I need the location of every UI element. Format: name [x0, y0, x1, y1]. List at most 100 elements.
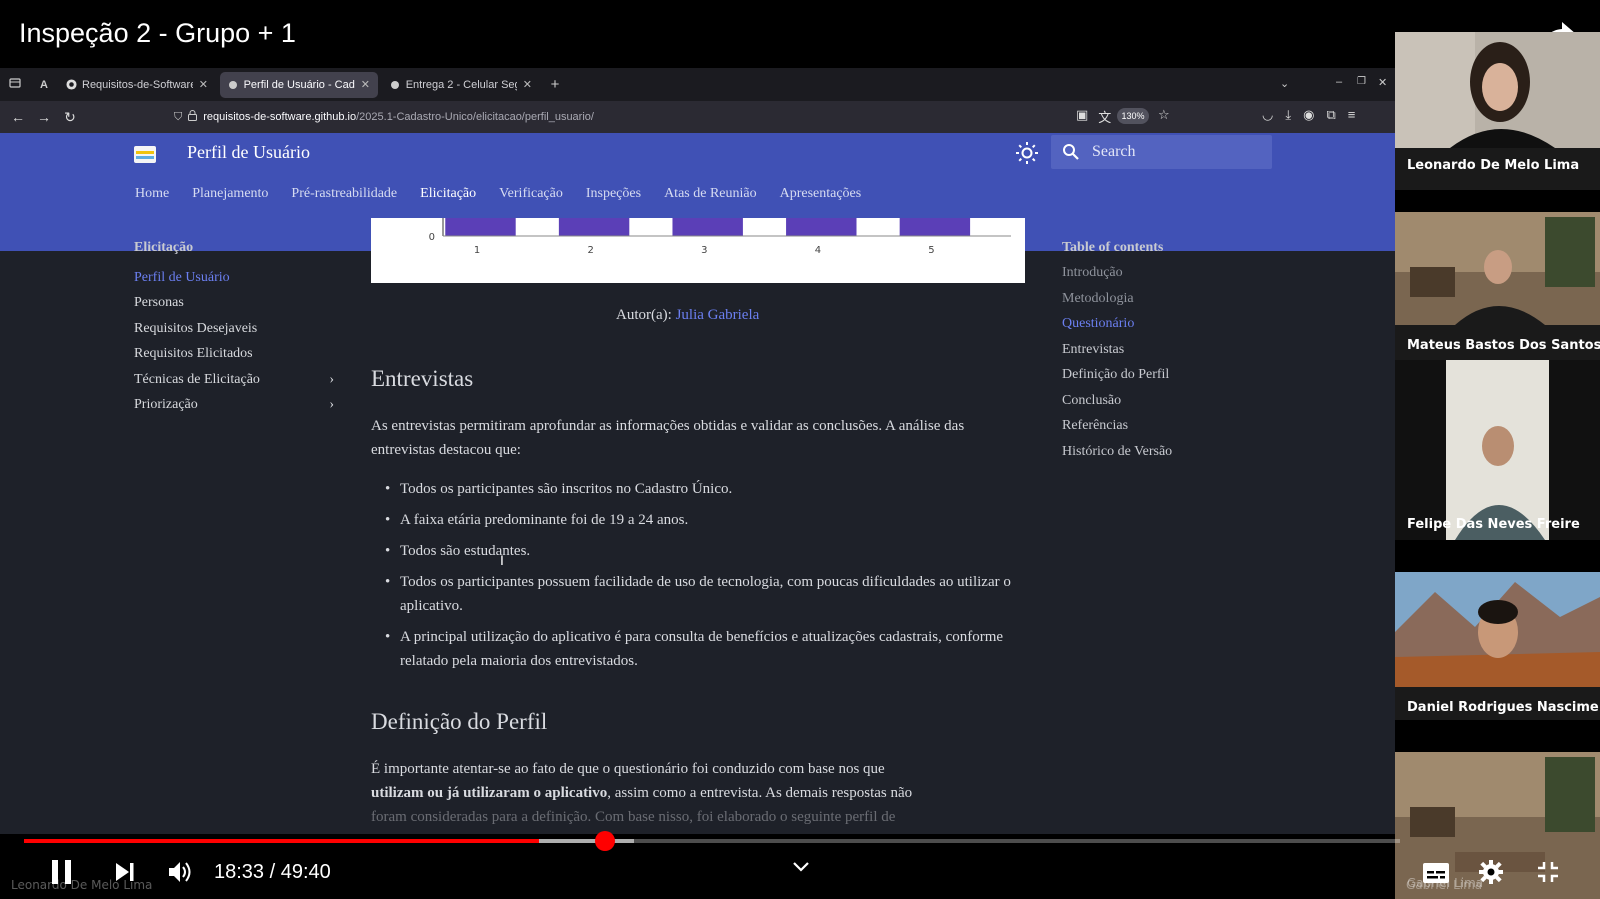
- sidebar-item-label: Requisitos Desejaveis: [134, 320, 258, 336]
- lock-icon: [188, 110, 198, 124]
- left-nav-heading: Elicitação: [134, 240, 194, 255]
- pause-icon[interactable]: [50, 858, 74, 891]
- toc-item-entrevistas[interactable]: Entrevistas: [1062, 342, 1172, 368]
- video-title: Inspeção 2 - Grupo + 1: [19, 18, 296, 48]
- close-icon[interactable]: ✕: [523, 78, 532, 91]
- shared-screen: A Requisitos-de-Software/2 ✕ Perfil de U…: [0, 68, 1395, 834]
- theme-toggle-icon[interactable]: [1015, 141, 1039, 165]
- page-icon: [390, 79, 401, 91]
- minimize-icon[interactable]: –: [1336, 76, 1342, 88]
- reader-view-icon[interactable]: ▣: [1076, 107, 1088, 126]
- new-tab-icon[interactable]: +: [544, 76, 566, 93]
- chevron-down-icon[interactable]: ⌄: [1280, 77, 1289, 90]
- list-item: A faixa etária predominante foi de 19 a …: [371, 508, 1011, 532]
- toc-item-metodologia[interactable]: Metodologia: [1062, 291, 1172, 317]
- reload-icon[interactable]: ↻: [57, 109, 83, 126]
- bookmark-star-icon[interactable]: ☆: [1158, 107, 1170, 123]
- sidebar-item-label: Técnicas de Elicitação: [134, 371, 260, 387]
- progress-thumb[interactable]: [595, 831, 615, 851]
- github-icon: [66, 79, 77, 91]
- sidebar-item-priorizacao[interactable]: Priorização ›: [134, 393, 334, 419]
- tab-inspecoes[interactable]: Inspeções: [586, 186, 641, 202]
- url-host: requisitos-de-software.github.io: [203, 111, 357, 123]
- participant-tile[interactable]: Mateus Bastos Dos Santos: [1395, 212, 1600, 360]
- section-intro: As entrevistas permitiram aprofundar as …: [371, 418, 965, 458]
- toc-item-referencias[interactable]: Referências: [1062, 418, 1172, 444]
- maximize-icon[interactable]: ❐: [1357, 76, 1366, 87]
- sidebar-item-perfil-de-usuario[interactable]: Perfil de Usuário: [134, 265, 334, 291]
- sidebar-item-tecnicas-de-elicitacao[interactable]: Técnicas de Elicitação ›: [134, 367, 334, 393]
- toc-item-definicao-do-perfil[interactable]: Definição do Perfil: [1062, 367, 1172, 393]
- back-arrow-icon[interactable]: ←: [5, 109, 31, 125]
- menu-icon[interactable]: ≡: [1348, 107, 1356, 123]
- sidebar-item-requisitos-desejaveis[interactable]: Requisitos Desejaveis: [134, 316, 334, 342]
- chevron-down-icon[interactable]: [792, 860, 810, 878]
- window-close-icon[interactable]: ✕: [1378, 76, 1387, 89]
- author-link[interactable]: Julia Gabriela: [676, 307, 760, 323]
- pinned-tab-icon[interactable]: A: [30, 79, 58, 91]
- zoom-badge[interactable]: 130%: [1117, 108, 1149, 124]
- next-icon[interactable]: [114, 861, 136, 888]
- site-search-input[interactable]: Search: [1051, 135, 1272, 169]
- extensions-icon[interactable]: ⧉: [1326, 107, 1335, 123]
- account-icon[interactable]: ◉: [1303, 107, 1314, 123]
- text-cursor-icon: I: [500, 552, 504, 568]
- tab-elicitacao[interactable]: Elicitação: [420, 186, 476, 202]
- exit-fullscreen-icon[interactable]: [1536, 860, 1560, 889]
- toc-item-historico-de-versao[interactable]: Histórico de Versão: [1062, 444, 1172, 470]
- url-path: /2025.1-Cadastro-Unico/elicitacao/perfil…: [356, 111, 594, 123]
- section-title-entrevistas: Entrevistas: [371, 366, 474, 391]
- toc-item-introducao[interactable]: Introdução: [1062, 265, 1172, 291]
- tab-list-icon[interactable]: [0, 77, 30, 92]
- tab-planejamento[interactable]: Planejamento: [192, 186, 268, 202]
- download-icon[interactable]: ⤓: [1285, 107, 1291, 123]
- browser-tab-3[interactable]: Entrega 2 - Celular Segur ✕: [382, 72, 540, 98]
- x-tick-label: 5: [928, 245, 934, 256]
- close-icon[interactable]: ✕: [199, 78, 208, 91]
- x-tick-label: 1: [474, 245, 480, 256]
- browser-tab-2[interactable]: Perfil de Usuário - Cadast ✕: [220, 71, 378, 98]
- toc-item-conclusao[interactable]: Conclusão: [1062, 393, 1172, 419]
- sidebar-item-label: Requisitos Elicitados: [134, 346, 253, 362]
- toc-heading: Table of contents: [1062, 240, 1164, 255]
- forward-arrow-icon[interactable]: →: [31, 109, 57, 125]
- sidebar-item-personas[interactable]: Personas: [134, 291, 334, 317]
- participant-video: [1395, 212, 1600, 325]
- address-field[interactable]: ⛉ requisitos-de-software.github.io/2025.…: [166, 105, 1186, 129]
- browser-tab-bar: A Requisitos-de-Software/2 ✕ Perfil de U…: [0, 68, 1395, 101]
- tab-apresentacoes[interactable]: Apresentações: [780, 186, 862, 202]
- toc-item-questionario[interactable]: Questionário: [1062, 316, 1172, 342]
- sidebar-item-requisitos-elicitados[interactable]: Requisitos Elicitados: [134, 342, 334, 368]
- browser-tab-1[interactable]: Requisitos-de-Software/2 ✕: [58, 72, 216, 98]
- x-tick-label: 3: [701, 245, 707, 256]
- volume-icon[interactable]: [167, 859, 193, 890]
- shield-icon: ⛉: [174, 110, 183, 123]
- close-icon[interactable]: ✕: [361, 78, 370, 91]
- browser-tab-label: Requisitos-de-Software/2: [82, 78, 193, 91]
- participant-tile[interactable]: Leonardo De Melo Lima: [1395, 32, 1600, 190]
- participant-tile[interactable]: Daniel Rodrigues Nascime...: [1395, 572, 1600, 720]
- settings-gear-icon[interactable]: [1478, 859, 1504, 890]
- tab-home[interactable]: Home: [135, 186, 169, 202]
- browser-url-bar: ← → ↻ ⛉ requisitos-de-software.github.io…: [0, 101, 1395, 133]
- tab-verificacao[interactable]: Verificação: [499, 186, 563, 202]
- sidebar-item-label: Personas: [134, 295, 184, 311]
- time-readout: 18:33 / 49:40: [214, 861, 331, 883]
- tab-pre-rastreabilidade[interactable]: Pré-rastreabilidade: [291, 186, 397, 202]
- bar-5: [899, 218, 971, 236]
- section-paragraph: É importante atentar-se ao fato de que o…: [371, 757, 1011, 829]
- site-logo[interactable]: [134, 146, 156, 163]
- participant-tile[interactable]: Felipe Das Neves Freire: [1395, 360, 1600, 540]
- chevron-right-icon: ›: [329, 371, 334, 387]
- participant-video: [1395, 32, 1600, 148]
- paragraph-bold: utilizam ou já utilizaram o aplicativo: [371, 785, 608, 801]
- progress-bar[interactable]: [24, 839, 1400, 843]
- list-item: Todos os participantes possuem facilidad…: [371, 570, 1011, 618]
- pocket-icon[interactable]: ◡: [1262, 107, 1273, 123]
- paragraph-line: , assim como a entrevista. As demais res…: [607, 785, 913, 801]
- page-icon: [228, 79, 239, 91]
- subtitles-icon[interactable]: [1422, 862, 1450, 889]
- tab-atas-de-reuniao[interactable]: Atas de Reunião: [664, 186, 757, 202]
- browser-tab-label: Entrega 2 - Celular Segur: [405, 78, 517, 91]
- translate-icon[interactable]: 文: [1098, 107, 1111, 126]
